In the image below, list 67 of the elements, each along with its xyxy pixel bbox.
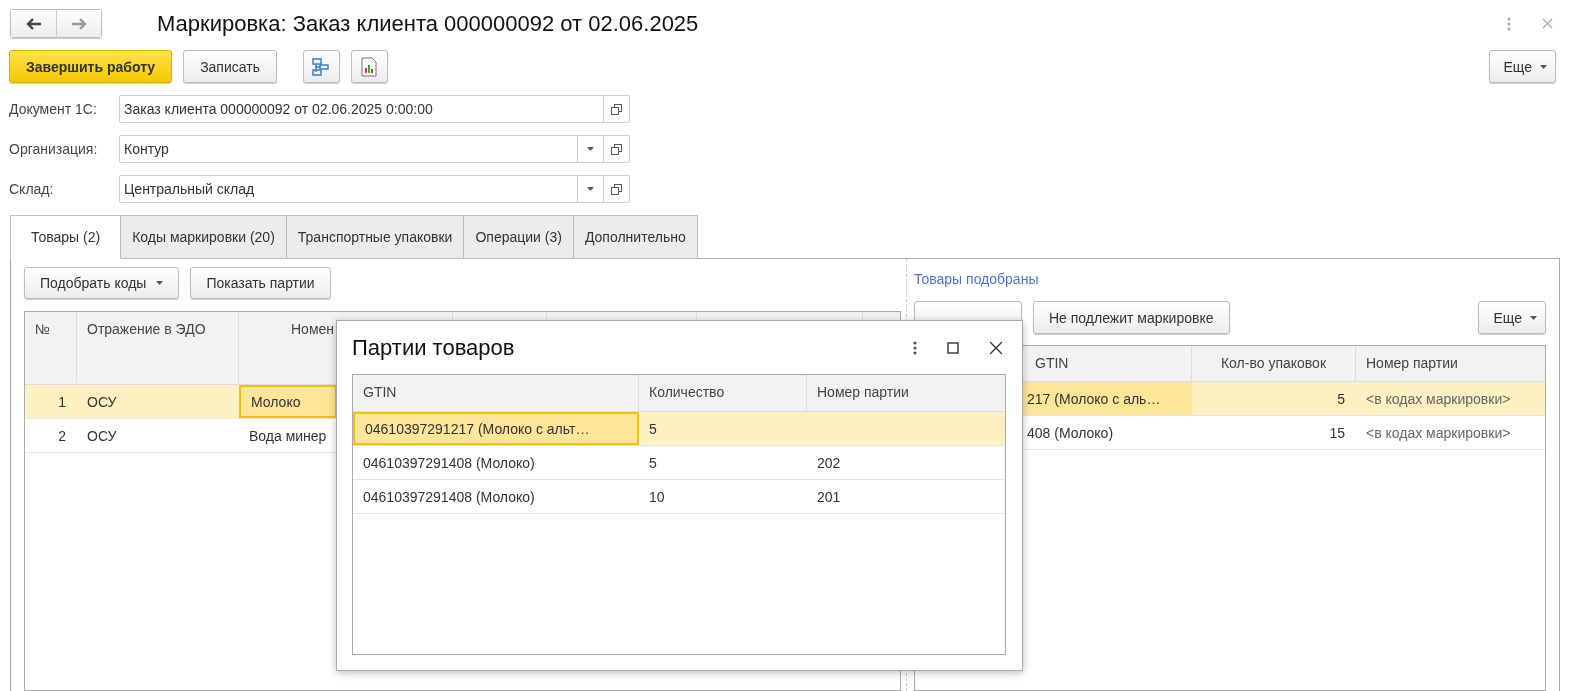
table-cell-text: 5	[648, 453, 658, 473]
back-arrow-icon	[25, 17, 42, 30]
field-label: Документ 1С:	[9, 101, 98, 117]
field-label: Склад:	[9, 181, 55, 197]
column-header[interactable]: Номер партии	[1356, 346, 1545, 381]
tab[interactable]: Товары (2)	[10, 215, 122, 259]
tab[interactable]: Коды маркировки (20)	[121, 215, 287, 259]
save-button[interactable]: Записать	[183, 50, 277, 83]
pick-codes-button[interactable]: Подобрать коды	[24, 267, 180, 299]
table-cell-text: 202	[816, 453, 842, 473]
maximize-icon[interactable]	[947, 341, 959, 354]
input-field[interactable]: Заказ клиента 000000092 от 02.06.2025 0:00:00	[119, 95, 630, 123]
dropdown-caret-icon[interactable]	[587, 147, 594, 151]
input-field[interactable]: Контур	[119, 135, 630, 163]
table-cell-text: 408 (Молоко)	[1026, 423, 1115, 443]
table-cell-text: ОСУ	[86, 392, 118, 412]
table-cell-text: Вода минер	[248, 426, 328, 446]
caret-icon	[1530, 315, 1537, 320]
open-window-icon[interactable]	[611, 143, 622, 155]
column-header[interactable]: №	[25, 312, 77, 383]
more-button[interactable]: Еще	[1477, 301, 1546, 334]
input-field[interactable]: Центральный склад	[119, 175, 630, 203]
table-cell-text: 5	[648, 419, 658, 439]
tab[interactable]: Операции (3)	[464, 215, 574, 259]
table-cell-text: 5	[1336, 389, 1346, 409]
open-window-icon[interactable]	[611, 183, 622, 195]
back-button[interactable]	[11, 10, 56, 37]
tab[interactable]: Дополнительно	[573, 215, 698, 259]
close-icon[interactable]	[989, 340, 1003, 355]
table-cell-text: 04610397291408 (Молоко)	[362, 487, 536, 507]
column-header[interactable]: Количество	[639, 375, 807, 411]
field-label: Организация:	[9, 141, 99, 157]
table-cell-text: 04610397291408 (Молоко)	[362, 453, 536, 473]
table-cell: Молоко	[239, 385, 337, 418]
table-cell-text: <в кодах маркировки>	[1365, 389, 1512, 409]
table-cell-text: ОСУ	[86, 426, 118, 446]
table-cell: 04610397291217 (Молоко с альт…	[353, 412, 639, 445]
table-cell-text: 2	[57, 426, 67, 446]
status-link[interactable]: Товары подобраны	[914, 271, 1546, 289]
forward-arrow-icon	[71, 17, 87, 30]
dropdown-caret-icon[interactable]	[587, 187, 594, 191]
finish-button[interactable]: Завершить работу	[9, 50, 173, 83]
table-cell-text: <в кодах маркировки>	[1365, 423, 1512, 443]
caret-icon	[1540, 64, 1547, 69]
caret-icon	[156, 281, 164, 285]
not-marked-button[interactable]: Не подлежит маркировке	[1033, 301, 1230, 334]
table-cell-text: 201	[816, 487, 842, 507]
more-button[interactable]: Еще	[1488, 50, 1556, 83]
column-header[interactable]: GTIN	[353, 375, 639, 411]
dialog-title: Партии товаров	[352, 334, 515, 361]
table-cell-text: 15	[1328, 423, 1346, 443]
column-header[interactable]: Отражение в ЭДО	[77, 312, 239, 383]
structure-button[interactable]	[302, 50, 340, 83]
column-header[interactable]: Кол-во упаковок	[1192, 346, 1356, 381]
table-cell-text: 10	[648, 487, 666, 507]
table-row[interactable]: 04610397291408 (Молоко) 5 202	[353, 446, 1005, 480]
table-row[interactable]: 04610397291217 (Молоко с альт… 5	[353, 412, 1005, 446]
open-window-icon[interactable]	[611, 103, 622, 115]
window-title: Маркировка: Заказ клиента 000000092 от 02.06.2025	[157, 10, 699, 37]
table-row[interactable]: 04610397291408 (Молоко) 10 201	[353, 480, 1005, 514]
more-options-icon[interactable]	[913, 340, 917, 355]
tab[interactable]: Транспортные упаковки	[286, 215, 465, 259]
report-chart-icon	[361, 56, 378, 77]
show-batches-button[interactable]: Показать партии	[190, 267, 331, 299]
report-button[interactable]	[350, 50, 388, 83]
table-cell-text: 1	[57, 392, 67, 412]
hierarchy-icon	[311, 56, 332, 77]
